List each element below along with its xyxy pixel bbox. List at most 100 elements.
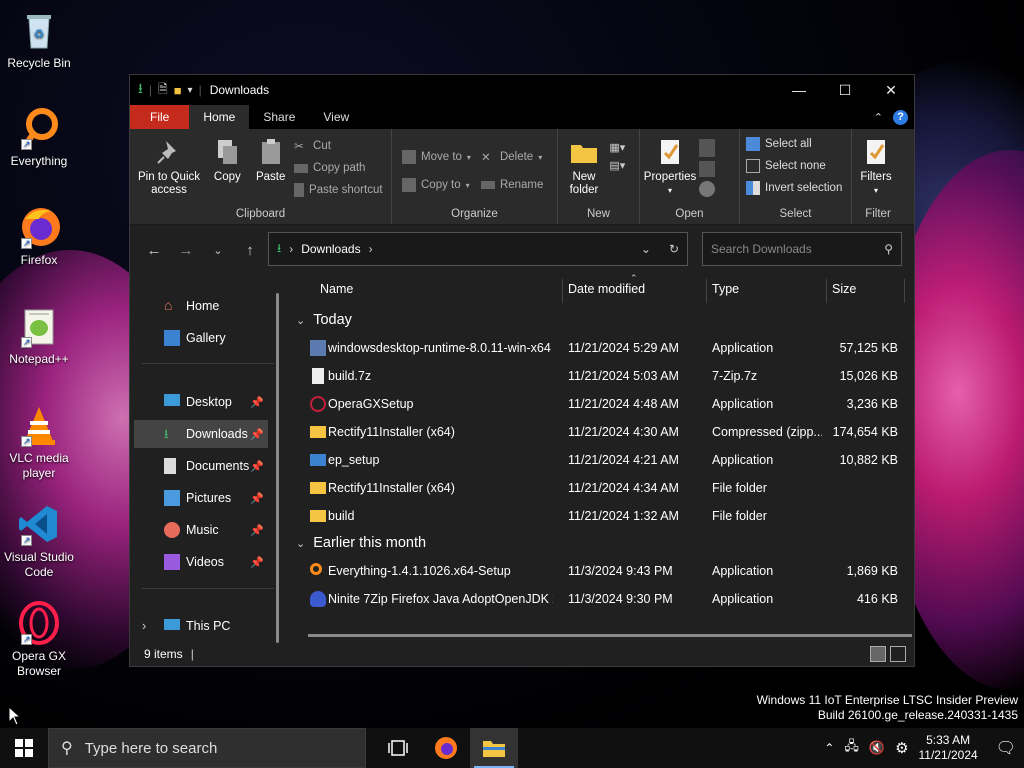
desktop-icon-firefox[interactable]: Firefox (0, 205, 78, 268)
pin-to-quick-access-button[interactable]: Pin to Quick access (134, 133, 204, 201)
delete-button[interactable]: ✕ Delete ▾ (481, 143, 543, 171)
sidebar-item-documents[interactable]: Documents 📌 (134, 452, 268, 480)
cut-button[interactable]: ✂ Cut (294, 135, 383, 157)
select-none-button[interactable]: Select none (746, 155, 847, 177)
column-header-size[interactable]: Size (832, 275, 856, 303)
breadcrumb-separator[interactable]: › (289, 242, 293, 256)
tab-home[interactable]: Home (189, 105, 250, 129)
file-row[interactable]: Ninite 7Zip Firefox Java AdoptOpenJDK x.… (306, 587, 906, 613)
minimize-button[interactable]: — (776, 75, 822, 105)
start-button[interactable] (0, 728, 48, 768)
sidebar-item-videos[interactable]: Videos 📌 (134, 548, 268, 576)
search-icon: ⚲ (61, 740, 73, 757)
desktop-icon-everything[interactable]: Everything (0, 106, 78, 169)
collapse-ribbon-icon[interactable]: ⌃ (874, 111, 883, 124)
file-row[interactable]: OperaGXSetup 11/21/2024 4:48 AM Applicat… (306, 392, 906, 418)
open-icon[interactable] (699, 139, 716, 157)
file-row[interactable]: build 11/21/2024 1:32 AM File folder (306, 504, 906, 530)
forward-button[interactable]: → (170, 234, 202, 266)
sidebar-item-pictures[interactable]: Pictures 📌 (134, 484, 268, 512)
taskbar-firefox[interactable] (422, 728, 470, 768)
task-view-button[interactable] (374, 728, 422, 768)
copy-path-button[interactable]: Copy path (294, 157, 383, 179)
copy-to-button[interactable]: Copy to ▾ (402, 171, 471, 199)
search-box[interactable]: Search Downloads ⚲ (702, 232, 902, 266)
address-bar[interactable]: ⭳ › Downloads › ⌄ ↻ (268, 232, 688, 266)
navigation-pane: ⌂ Home Gallery Desktop 📌 ⭳ Downloads 📌 D… (130, 280, 282, 652)
tab-share[interactable]: Share (249, 105, 309, 129)
file-row[interactable]: windowsdesktop-runtime-8.0.11-win-x64 11… (306, 336, 906, 362)
help-icon[interactable]: ? (893, 109, 908, 125)
customize-quick-access-icon[interactable]: ▾ (188, 85, 193, 96)
group-header-earlier-this-month[interactable]: ⌄ Earlier this month (296, 535, 426, 551)
network-icon[interactable]: 🖧 (844, 737, 859, 759)
recent-locations-button[interactable]: ⌄ (202, 234, 234, 266)
refresh-icon[interactable]: ↻ (669, 242, 679, 256)
up-button[interactable]: ↑ (234, 234, 266, 266)
select-all-icon (746, 137, 760, 151)
close-button[interactable]: ✕ (868, 75, 914, 105)
desktop-icon-opera-gx[interactable]: Opera GX Browser (0, 601, 78, 679)
sidebar-item-music[interactable]: Music 📌 (134, 516, 268, 544)
settings-gear-icon[interactable]: ⚙ (895, 739, 908, 757)
file-row[interactable]: build.7z 11/21/2024 5:03 AM 7-Zip.7z 15,… (306, 364, 906, 390)
column-header-date-modified[interactable]: Date modified (568, 275, 645, 303)
notifications-icon[interactable]: 🗨 (996, 738, 1016, 758)
properties-button[interactable]: Properties ▾ (644, 133, 696, 201)
new-item-icon[interactable]: ▦▾ (609, 141, 631, 159)
maximize-button[interactable]: ☐ (822, 75, 868, 105)
sidebar-item-this-pc[interactable]: › This PC (134, 612, 268, 640)
file-row[interactable]: Everything-1.4.1.1026.x64-Setup 11/3/202… (306, 559, 906, 585)
file-row[interactable]: Rectify11Installer (x64) 11/21/2024 4:34… (306, 476, 906, 502)
desktop-icon-vlc[interactable]: VLC media player (0, 403, 78, 481)
sidebar-item-gallery[interactable]: Gallery (134, 324, 268, 352)
column-header-name[interactable]: Name (320, 275, 353, 303)
breadcrumb-downloads[interactable]: Downloads (301, 242, 360, 256)
vscode-icon (17, 502, 61, 548)
select-all-button[interactable]: Select all (746, 133, 847, 155)
filters-button[interactable]: Filters ▾ (856, 133, 896, 201)
tab-view[interactable]: View (309, 105, 363, 129)
tab-file[interactable]: File (130, 105, 190, 129)
collapse-chevron-icon: ⌄ (296, 537, 306, 550)
clock[interactable]: 5:33 AM 11/21/2024 (919, 733, 978, 763)
group-header-today[interactable]: ⌄ Today (296, 312, 352, 328)
back-button[interactable]: ← (138, 234, 170, 266)
desktop-icon-notepadpp[interactable]: Notepad++ (0, 304, 78, 367)
details-view-icon[interactable] (870, 646, 886, 662)
properties-quick-icon[interactable]: 🗎 (158, 80, 168, 101)
breadcrumb-separator[interactable]: › (369, 242, 373, 256)
expand-chevron-icon[interactable]: › (142, 619, 146, 633)
file-row[interactable]: ep_setup 11/21/2024 4:21 AM Application … (306, 448, 906, 474)
download-arrow-icon[interactable]: ⭳ (138, 78, 143, 102)
new-folder-button[interactable]: New folder (562, 133, 606, 201)
show-hidden-icons-chevron[interactable]: ⌃ (824, 741, 834, 755)
taskbar-file-explorer[interactable] (470, 728, 518, 768)
sidebar-item-desktop[interactable]: Desktop 📌 (134, 388, 268, 416)
sidebar-item-home[interactable]: ⌂ Home (134, 292, 268, 320)
sidebar-scrollbar[interactable] (276, 293, 279, 643)
easy-access-icon[interactable]: ▤▾ (609, 159, 631, 177)
edit-icon[interactable] (699, 161, 716, 177)
new-folder-quick-icon[interactable]: ■ (174, 83, 182, 98)
volume-muted-icon[interactable]: 🔇 (869, 740, 885, 756)
paste-shortcut-button[interactable]: Paste shortcut (294, 179, 383, 201)
column-header-type[interactable]: Type (712, 275, 739, 303)
title-bar[interactable]: ⭳ | 🗎 ■ ▾ | Downloads — ☐ ✕ (130, 75, 914, 105)
history-icon[interactable] (699, 181, 716, 197)
taskbar-search-box[interactable]: ⚲ Type here to search (48, 728, 366, 768)
paste-button[interactable]: Paste (251, 133, 291, 188)
documents-icon (164, 458, 176, 474)
invert-selection-button[interactable]: Invert selection (746, 177, 847, 199)
file-row[interactable]: Rectify11Installer (x64) 11/21/2024 4:30… (306, 420, 906, 446)
move-to-button[interactable]: Move to ▾ (402, 143, 471, 171)
rename-button[interactable]: Rename (480, 171, 543, 199)
desktop-icon-recycle-bin[interactable]: ♻ Recycle Bin (0, 8, 78, 71)
copy-button[interactable]: Copy (207, 133, 247, 188)
desktop-icon-vscode[interactable]: Visual Studio Code (0, 502, 78, 580)
pin-icon: 📌 (250, 556, 264, 569)
horizontal-scrollbar[interactable] (308, 634, 912, 637)
large-icons-view-icon[interactable] (890, 646, 906, 662)
sidebar-item-downloads[interactable]: ⭳ Downloads 📌 (134, 420, 268, 448)
address-history-chevron-icon[interactable]: ⌄ (641, 242, 651, 256)
